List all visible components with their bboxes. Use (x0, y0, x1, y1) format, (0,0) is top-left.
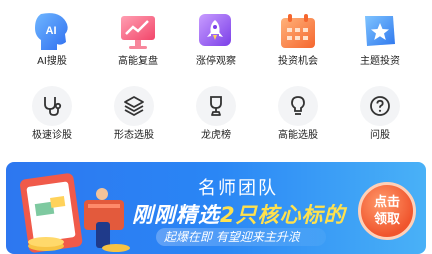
feature-label: 投资机会 (278, 56, 318, 67)
feature-label: 龙虎榜 (201, 130, 231, 141)
feature-grid-top: AI AI搜股 高能复盘 涨停观察 投资机会 主题投资 (0, 10, 432, 80)
headline-highlight: 2只核心标的 (220, 203, 346, 227)
claim-button-line2: 领取 (373, 212, 400, 227)
rocket-icon (199, 14, 231, 46)
feature-label: 高能选股 (278, 130, 318, 141)
feature-limit-up[interactable]: 涨停观察 (173, 10, 259, 68)
icon-circle (278, 86, 318, 126)
layers-icon (124, 96, 144, 116)
feature-label: 问股 (370, 130, 390, 141)
calendar-icon (281, 14, 315, 48)
trophy-icon (210, 96, 222, 116)
claim-button-line1: 点击 (373, 195, 400, 210)
chart-board-icon (121, 16, 155, 49)
feature-high-energy[interactable]: 高能选股 (255, 86, 341, 142)
banner-subtitle: 起爆在即 有望迎来主升浪 (156, 228, 326, 246)
feature-review[interactable]: 高能复盘 (95, 10, 181, 68)
stethoscope-icon (44, 97, 62, 116)
svg-text:AI: AI (46, 25, 57, 37)
question-icon (370, 96, 390, 116)
feature-pattern[interactable]: 形态选股 (91, 86, 177, 142)
lightbulb-icon (291, 96, 305, 115)
feature-ask[interactable]: 问股 (337, 86, 423, 142)
feature-opportunity[interactable]: 投资机会 (255, 10, 341, 68)
claim-button[interactable]: 点击 领取 (358, 182, 416, 240)
icon-circle (32, 86, 72, 126)
banner-headline: 刚刚精选2只核心标的 (132, 199, 346, 229)
icon-circle (196, 86, 236, 126)
feature-label: 涨停观察 (196, 56, 236, 67)
feature-grid-mid: 极速诊股 形态选股 龙虎榜 高能选股 问股 (0, 86, 432, 152)
feature-diagnosis[interactable]: 极速诊股 (9, 86, 95, 142)
feature-ai-search[interactable]: AI AI搜股 (9, 10, 95, 68)
feature-label: AI搜股 (37, 56, 67, 67)
icon-circle (114, 86, 154, 126)
promo-banner[interactable]: 名师团队 刚刚精选2只核心标的 起爆在即 有望迎来主升浪 点击 领取 (6, 162, 426, 254)
icon-circle (360, 86, 400, 126)
feature-theme[interactable]: 主题投资 (337, 10, 423, 68)
promo-illustration-icon (20, 173, 130, 253)
feature-label: 极速诊股 (32, 130, 72, 141)
star-book-icon (365, 16, 395, 46)
feature-label: 主题投资 (360, 56, 400, 67)
ai-head-icon: AI (35, 13, 68, 50)
feature-dragon-tiger[interactable]: 龙虎榜 (173, 86, 259, 142)
feature-label: 高能复盘 (118, 56, 158, 67)
feature-label: 形态选股 (114, 130, 154, 141)
headline-prefix: 刚刚精选 (132, 203, 220, 227)
banner-title: 名师团队 (198, 178, 278, 199)
